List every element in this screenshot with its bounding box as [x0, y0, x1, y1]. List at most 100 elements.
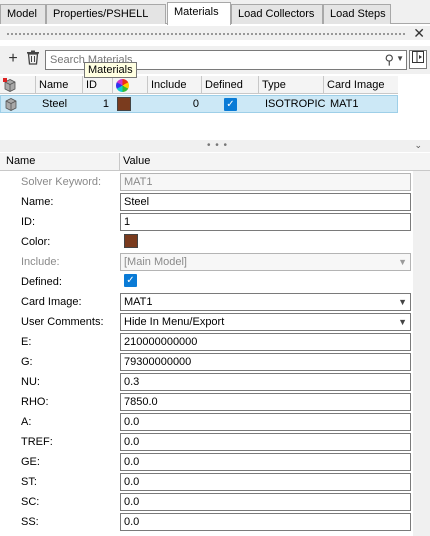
header-include[interactable]: Include [148, 76, 202, 94]
rho-field[interactable]: 7850.0 [120, 393, 411, 411]
header-card-image[interactable]: Card Image [324, 76, 398, 94]
st-field[interactable]: 0.0 [120, 473, 411, 491]
prop-label: Name: [21, 196, 54, 208]
tab-load-steps[interactable]: Load Steps [323, 4, 391, 24]
prop-row-e: E: 210000000000 [0, 332, 430, 352]
prop-row-st: ST: 0.0 [0, 472, 430, 492]
add-button[interactable]: + [4, 50, 22, 68]
field-value: 210000000000 [124, 336, 198, 348]
prop-row-user-comments: User Comments: Hide In Menu/Export ▼ [0, 312, 430, 332]
cell-card-image[interactable]: MAT1 [327, 96, 397, 112]
checkbox-checked[interactable]: ✓ [124, 274, 137, 287]
color-wheel-icon [116, 78, 129, 92]
prop-label: Include: [21, 256, 60, 268]
prop-row-ge: GE: 0.0 [0, 452, 430, 472]
delete-button[interactable] [24, 50, 42, 68]
header-divider[interactable] [119, 153, 120, 171]
prop-label: User Comments: [21, 316, 104, 328]
color-swatch[interactable] [117, 97, 131, 112]
field-value: MAT1 [124, 176, 153, 188]
cell-color[interactable] [114, 96, 149, 112]
prop-label: GE: [21, 456, 40, 468]
header-prop-name: Name [6, 155, 36, 167]
field-value: 0.0 [124, 436, 140, 448]
prop-label: ST: [21, 476, 37, 488]
nu-field[interactable]: 0.3 [120, 373, 411, 391]
prop-row-tref: TREF: 0.0 [0, 432, 430, 452]
color-picker[interactable] [124, 234, 138, 250]
include-select: [Main Model] ▼ [120, 253, 411, 271]
prop-label: Color: [21, 236, 51, 248]
tab-model[interactable]: Model [0, 4, 46, 24]
header-type[interactable]: Type [259, 76, 324, 94]
property-panel: Name Value Solver Keyword: MAT1 Name: St… [0, 153, 430, 536]
field-value: 0.0 [124, 416, 140, 428]
field-value: 0.0 [124, 476, 140, 488]
tab-label: Properties/PSHELL [53, 8, 149, 20]
e-field[interactable]: 210000000000 [120, 333, 411, 351]
cell-name[interactable]: Steel [39, 96, 84, 112]
field-value: [Main Model] [124, 256, 187, 268]
id-field[interactable]: 1 [120, 213, 411, 231]
close-icon[interactable]: ✕ [413, 25, 425, 42]
cell-id[interactable]: 1 [84, 96, 111, 112]
tref-field[interactable]: 0.0 [120, 433, 411, 451]
collapse-chevron-icon[interactable]: ⌄ [414, 140, 422, 151]
chevron-down-icon[interactable]: ▼ [398, 294, 407, 310]
tab-label: Model [7, 8, 37, 20]
row-icon-cell [1, 96, 37, 112]
prop-row-defined: Defined: ✓ [0, 272, 430, 292]
field-value: 79300000000 [124, 356, 192, 368]
header-color[interactable] [113, 76, 148, 94]
chevron-down-icon[interactable]: ▼ [396, 54, 404, 63]
tab-load-collectors[interactable]: Load Collectors [231, 4, 323, 24]
prop-row-name: Name: Steel [0, 192, 430, 212]
cell-type[interactable]: ISOTROPIC [262, 96, 325, 112]
panel-splitter[interactable]: • • • ⌄ [0, 140, 430, 152]
header-prop-value: Value [123, 155, 151, 167]
tab-materials[interactable]: Materials [167, 2, 231, 25]
header-id[interactable]: ID [83, 76, 113, 94]
solver-keyword-field: MAT1 [120, 173, 411, 191]
splitter-handle[interactable]: • • • [207, 140, 228, 151]
checkbox-checked[interactable]: ✓ [224, 97, 237, 111]
prop-label: G: [21, 356, 33, 368]
header-defined[interactable]: Defined [202, 76, 259, 94]
prop-row-sc: SC: 0.0 [0, 492, 430, 512]
column-options-button[interactable] [409, 50, 427, 69]
tab-bar: Model Properties/PSHELL Materials Load C… [0, 0, 430, 25]
table-row[interactable]: Steel 1 0 ✓ ISOTROPIC MAT1 [0, 95, 398, 113]
prop-label: SS: [21, 516, 39, 528]
prop-row-a: A: 0.0 [0, 412, 430, 432]
panel-grip-bar[interactable]: ✕ [0, 25, 430, 42]
tab-label: Load Steps [330, 8, 386, 20]
columns-icon [412, 51, 424, 63]
g-field[interactable]: 79300000000 [120, 353, 411, 371]
color-swatch[interactable] [124, 234, 138, 248]
header-name[interactable]: Name [36, 76, 83, 94]
user-comments-select[interactable]: Hide In Menu/Export ▼ [120, 313, 411, 331]
ge-field[interactable]: 0.0 [120, 453, 411, 471]
prop-label: TREF: [21, 436, 53, 448]
a-field[interactable]: 0.0 [120, 413, 411, 431]
prop-label: ID: [21, 216, 36, 228]
prop-row-g: G: 79300000000 [0, 352, 430, 372]
sc-field[interactable]: 0.0 [120, 493, 411, 511]
field-value: 7850.0 [124, 396, 158, 408]
name-field[interactable]: Steel [120, 193, 411, 211]
defined-checkbox[interactable]: ✓ [124, 274, 137, 290]
card-image-select[interactable]: MAT1 ▼ [120, 293, 411, 311]
ss-field[interactable]: 0.0 [120, 513, 411, 531]
vertical-scrollbar[interactable] [413, 171, 430, 536]
toolbar: + ⚲ ▼ [0, 46, 430, 74]
search-icon[interactable]: ⚲ [384, 52, 394, 68]
drag-handle[interactable] [6, 32, 406, 36]
chevron-down-icon: ▼ [398, 257, 407, 267]
cell-defined[interactable]: ✓ [203, 96, 260, 112]
field-value: 0.0 [124, 456, 140, 468]
prop-row-include: Include: [Main Model] ▼ [0, 252, 430, 272]
prop-label: A: [21, 416, 32, 428]
cell-include[interactable]: 0 [149, 96, 201, 112]
tab-properties[interactable]: Properties/PSHELL [46, 4, 166, 24]
chevron-down-icon[interactable]: ▼ [398, 314, 407, 330]
